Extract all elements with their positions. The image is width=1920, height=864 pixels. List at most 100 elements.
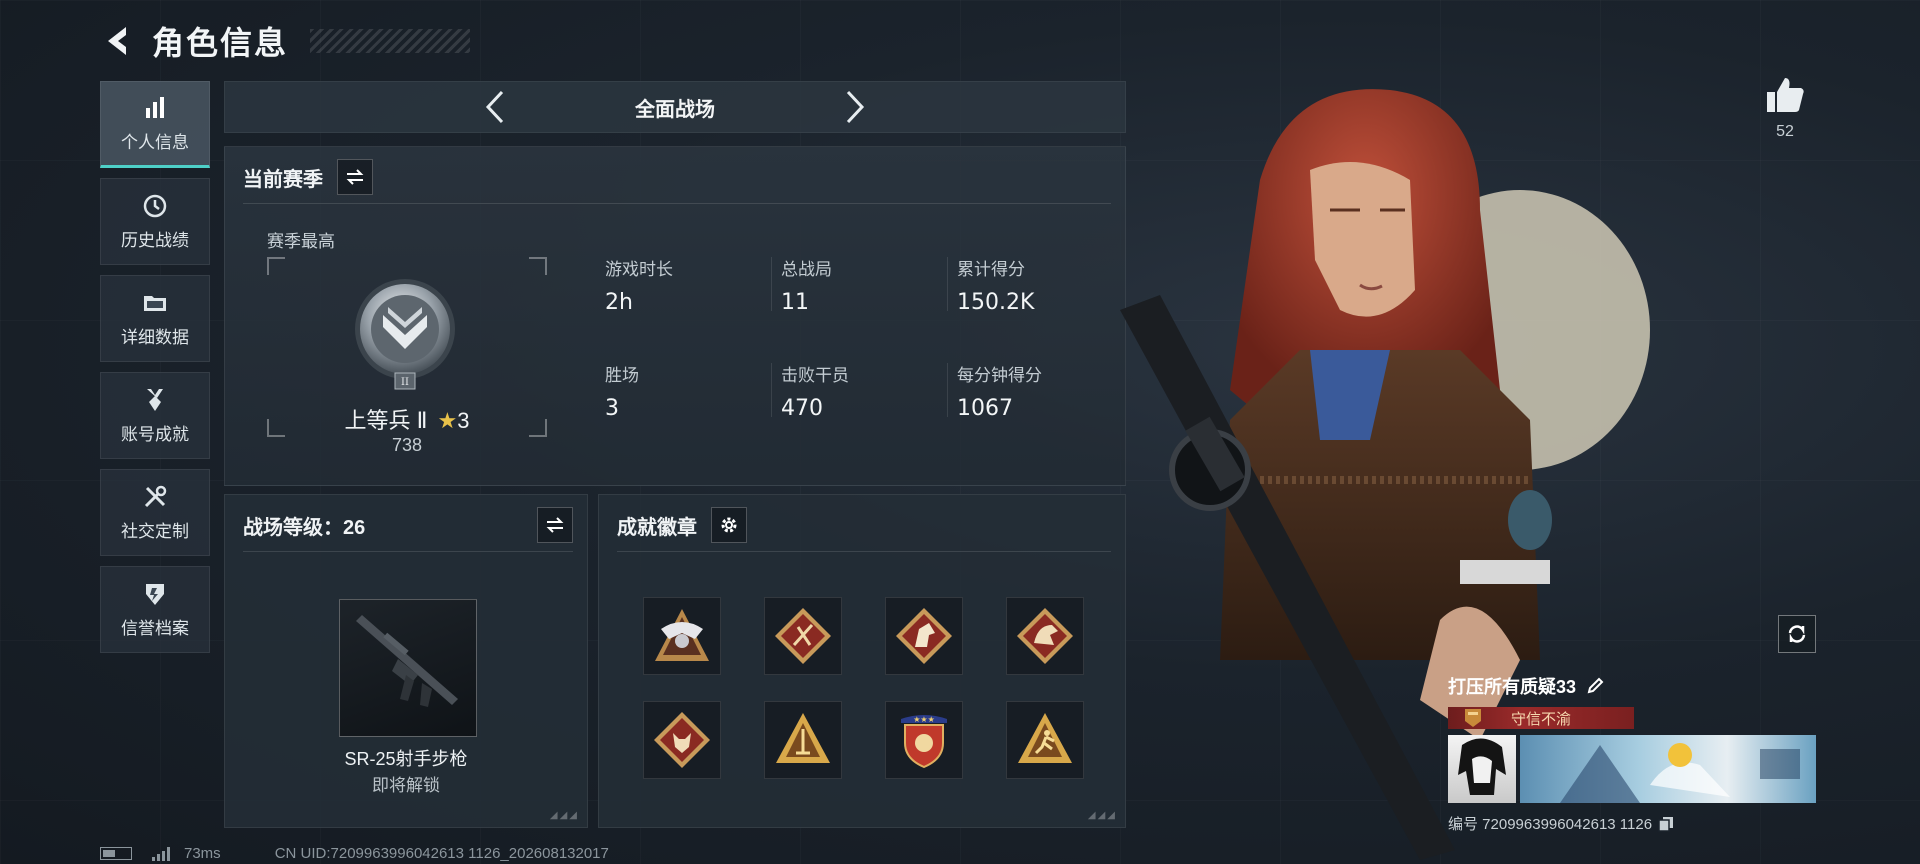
achievement-settings-button[interactable] — [711, 507, 747, 543]
eagle-badge-icon — [655, 609, 709, 661]
achievement-badge[interactable] — [885, 597, 963, 675]
title-decoration — [310, 29, 471, 53]
player-id-text: 编号 7209963996042613 1126 — [1448, 816, 1653, 833]
achievement-badge[interactable] — [643, 701, 721, 779]
stat-label: 击败干员 — [781, 366, 849, 385]
triangle-badge-icon — [776, 713, 830, 763]
achievement-badge[interactable]: ★★★ — [885, 701, 963, 779]
tools-icon — [144, 485, 167, 508]
season-switch-button[interactable] — [337, 159, 373, 195]
clock-history-icon — [143, 194, 167, 218]
battlefield-level-panel: 战场等级：26 SR-25射手步枪 即将解锁 ◢◢◢ — [224, 494, 588, 828]
sidebar-item-detailed-data[interactable]: 详细数据 — [100, 275, 210, 362]
diamond-badge-icon — [775, 608, 831, 664]
sidebar-item-reputation[interactable]: 信誉档案 — [100, 566, 210, 653]
player-id: 编号 7209963996042613 1126 — [1448, 813, 1818, 834]
mode-selector: 全面战场 — [224, 81, 1126, 133]
divider — [947, 257, 948, 311]
ping-value: 73ms — [184, 845, 221, 862]
stat-label: 胜场 — [605, 366, 639, 385]
shield-icon — [146, 584, 164, 605]
stat-value: 470 — [781, 396, 823, 421]
avatar[interactable] — [1448, 735, 1516, 803]
folder-icon — [144, 296, 166, 311]
divider — [243, 551, 573, 552]
sidebar-item-history[interactable]: 历史战绩 — [100, 178, 210, 265]
bar-chart-icon — [146, 97, 164, 118]
divider — [947, 363, 948, 417]
achievement-badge[interactable] — [764, 597, 842, 675]
like-count: 52 — [1776, 123, 1794, 140]
player-name-text: 打压所有质疑33 — [1448, 677, 1577, 697]
refresh-icon — [1788, 625, 1806, 643]
achievement-header: 成就徽章 — [617, 507, 747, 543]
sidebar-item-label: 账号成就 — [121, 425, 189, 444]
weapon-preview[interactable] — [339, 599, 477, 737]
stats-grid: 游戏时长 2h 总战局 11 累计得分 150.2K 胜场 3 击败干员 470… — [605, 255, 1115, 421]
frame-corner — [529, 257, 547, 275]
level-title: 战场等级：26 — [243, 516, 366, 539]
divider — [771, 257, 772, 311]
page-title: 角色信息 — [152, 25, 289, 61]
mode-prev-button[interactable] — [475, 87, 515, 127]
like-button[interactable]: 52 — [1760, 76, 1810, 141]
achievement-panel: 成就徽章 ★★★ ◢◢◢ — [598, 494, 1126, 828]
medal-icon — [147, 389, 163, 411]
svg-text:II: II — [401, 377, 409, 388]
refresh-button[interactable] — [1778, 615, 1816, 653]
season-best-label: 赛季最高 — [267, 232, 335, 251]
sidebar-item-label: 信誉档案 — [121, 619, 189, 638]
corner-decoration: ◢◢◢ — [549, 810, 579, 821]
swap-icon — [546, 517, 564, 533]
divider — [243, 203, 1111, 204]
stat-play-time: 游戏时长 2h — [605, 255, 781, 315]
divider — [617, 551, 1111, 552]
back-arrow-icon — [108, 27, 126, 55]
player-card: 打压所有质疑33 守信不渝 编号 7209963996042613 1126 — [1448, 673, 1818, 834]
stat-value: 2h — [605, 290, 633, 315]
mode-next-button[interactable] — [835, 87, 875, 127]
banner-artwork — [1560, 743, 1800, 803]
back-button[interactable] — [100, 21, 134, 61]
stat-label: 游戏时长 — [605, 260, 673, 279]
sidebar-item-label: 个人信息 — [121, 133, 189, 152]
stat-total-matches: 总战局 11 — [771, 255, 957, 315]
title-banner-text: 守信不渝 — [1510, 710, 1571, 728]
sidebar-item-social[interactable]: 社交定制 — [100, 469, 210, 556]
season-title: 当前赛季 — [243, 168, 323, 191]
sidebar-item-achievements[interactable]: 账号成就 — [100, 372, 210, 459]
weapon-name: SR-25射手步枪 — [344, 749, 468, 769]
divider — [771, 363, 772, 417]
chevron-right-icon — [846, 90, 865, 124]
thumbs-up-icon — [1767, 78, 1804, 112]
achievement-badge[interactable] — [643, 597, 721, 675]
name-card-banner[interactable] — [1520, 735, 1816, 803]
rank-badge-icon: II — [355, 279, 455, 390]
stat-value: 11 — [781, 290, 809, 315]
stat-value: 3 — [605, 396, 619, 421]
achievement-badge[interactable] — [764, 701, 842, 779]
top-bar: 角色信息 — [100, 18, 471, 64]
stat-label: 总战局 — [781, 260, 832, 279]
shield-stars-badge-icon: ★★★ — [901, 715, 947, 769]
sidebar-item-personal-info[interactable]: 个人信息 — [100, 81, 210, 168]
rank-name: 上等兵 Ⅱ ★3 — [267, 403, 547, 435]
wolf-badge-icon — [654, 712, 710, 768]
battery-icon — [100, 847, 132, 860]
level-switch-button[interactable] — [537, 507, 573, 543]
svg-text:★★★: ★★★ — [913, 715, 935, 724]
title-banner[interactable]: 守信不渝 — [1448, 707, 1634, 729]
sidebar: 个人信息 历史战绩 详细数据 账号成就 社交定制 信誉档案 — [100, 81, 210, 653]
achievement-title: 成就徽章 — [617, 516, 697, 539]
player-name: 打压所有质疑33 — [1448, 673, 1818, 699]
edit-icon[interactable] — [1586, 677, 1604, 695]
mode-name: 全面战场 — [635, 98, 715, 121]
horse-badge-icon — [896, 608, 952, 664]
signal-icon — [152, 846, 170, 861]
copy-icon[interactable] — [1658, 816, 1674, 832]
rank-title: 上等兵 Ⅱ — [344, 408, 428, 433]
star-icon: ★ — [437, 408, 458, 433]
status-footer: 73ms CN UID:7209963996042613 1126_202608… — [100, 845, 609, 862]
stat-kills: 击败干员 470 — [771, 361, 957, 421]
badge-grid: ★★★ — [643, 597, 1084, 779]
